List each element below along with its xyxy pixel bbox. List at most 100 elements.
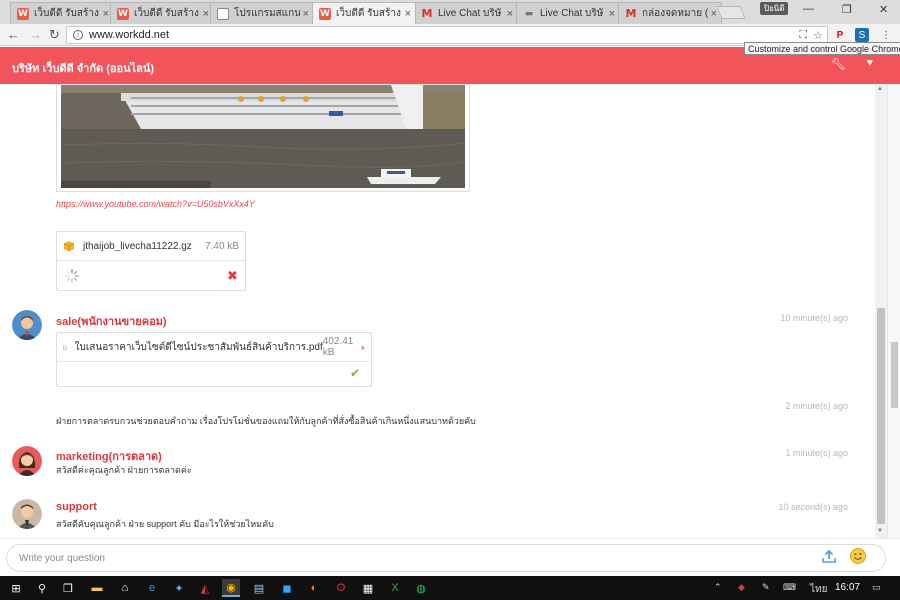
close-icon[interactable]: × xyxy=(303,8,309,20)
profile-button[interactable]: ปิยนิดี xyxy=(760,2,789,15)
url-text[interactable]: www.workdd.net xyxy=(89,29,169,41)
restore-icon[interactable]: ❐ xyxy=(842,3,852,16)
close-icon[interactable]: × xyxy=(103,8,109,20)
divider xyxy=(57,260,245,261)
firefox-icon[interactable]: ◐ xyxy=(305,579,323,597)
back-icon[interactable]: ← xyxy=(7,27,20,42)
line-icon[interactable]: ◍ xyxy=(412,579,430,597)
scroll-up-icon[interactable]: ▲ xyxy=(877,86,883,92)
star-icon[interactable]: ☆ xyxy=(813,29,823,42)
address-bar[interactable]: i www.workdd.net ⛶ ☆ xyxy=(66,26,828,44)
new-tab-button[interactable] xyxy=(716,6,746,19)
pdf-icon xyxy=(63,344,67,350)
forward-icon[interactable]: → xyxy=(29,27,42,42)
tab-title: Live Chat บริษั xyxy=(438,8,502,19)
minimize-icon[interactable]: — xyxy=(803,3,814,15)
close-icon[interactable]: × xyxy=(609,8,615,20)
browser-tab-7[interactable]: M กล่องจดหมาย (9 × xyxy=(618,2,722,24)
pen-icon[interactable]: ✎ xyxy=(762,582,770,593)
opera-icon[interactable]: O xyxy=(332,579,350,597)
close-icon[interactable]: × xyxy=(711,8,717,20)
chat-messages[interactable]: https://www.youtube.com/watch?v=U50sbVxX… xyxy=(0,84,900,538)
acrobat-icon[interactable]: ◭ xyxy=(196,579,214,597)
chrome-icon[interactable]: ◉ xyxy=(222,579,240,597)
message-time: 2 minute(s) ago xyxy=(785,401,848,411)
message-text: สวัสดีคับคุณลูกค้า ฝ่าย support คับ มีอะ… xyxy=(56,519,274,529)
youtube-link[interactable]: https://www.youtube.com/watch?v=U50sbVxX… xyxy=(56,199,255,209)
window-close-icon[interactable]: ✕ xyxy=(879,3,888,16)
browser-tab-4-active[interactable]: W เว็บดีดี รับสร้าง × xyxy=(312,2,416,24)
photoshop-icon[interactable]: ◼ xyxy=(278,579,296,597)
pinterest-icon[interactable]: P xyxy=(833,28,847,42)
browser-tab-3[interactable]: โปรแกรมสแกนเ × xyxy=(210,2,314,24)
close-icon[interactable]: × xyxy=(203,8,209,20)
tooltip: Customize and control Google Chrome xyxy=(744,42,900,55)
divider xyxy=(57,361,371,362)
windows-taskbar: ⊞ ⚲ ❒ ▬ ⌂ e ✦ ◭ ◉ ▤ ◼ ◐ O ▦ X ◍ ⌃ ◆ ✎ ⌨ … xyxy=(0,576,900,600)
scroll-thumb[interactable] xyxy=(877,308,885,524)
message-time: 1 minute(s) ago xyxy=(785,448,848,458)
program-favicon-icon xyxy=(217,7,229,20)
notepad-icon[interactable]: ▤ xyxy=(250,579,268,597)
video-thumbnail[interactable] xyxy=(56,84,470,192)
message-time: 10 second(s) ago xyxy=(778,502,848,512)
chat-scrollbar[interactable]: ▲ ▼ xyxy=(875,84,887,538)
translate-icon[interactable]: ⛶ xyxy=(799,29,807,42)
chat-input-bar xyxy=(0,538,900,576)
file-size: 7.40 kB xyxy=(205,240,239,252)
avatar-sale xyxy=(12,310,42,340)
close-icon[interactable]: × xyxy=(405,8,411,20)
chrome-menu-icon[interactable]: ⋮ xyxy=(879,28,893,42)
page-scrollbar[interactable] xyxy=(887,84,900,538)
download-icon[interactable] xyxy=(361,342,365,353)
avatar-support xyxy=(12,499,42,529)
gmail-icon: M xyxy=(421,7,433,20)
search-icon[interactable]: ⚲ xyxy=(33,579,51,597)
info-icon[interactable]: i xyxy=(73,30,83,40)
app-icon[interactable]: ✦ xyxy=(170,579,188,597)
cancel-icon[interactable]: ✖ xyxy=(227,268,238,284)
tray-app-icon[interactable]: ◆ xyxy=(738,582,745,593)
close-icon[interactable]: × xyxy=(507,8,513,20)
store-icon[interactable]: ⌂ xyxy=(116,579,134,597)
extension-s-icon[interactable]: S xyxy=(855,28,869,42)
windows-start-icon[interactable]: ⊞ xyxy=(7,579,25,597)
scroll-down-icon[interactable]: ▼ xyxy=(877,528,883,534)
browser-tab-5[interactable]: M Live Chat บริษั × xyxy=(414,2,518,24)
workdd-favicon-icon: W xyxy=(319,7,331,20)
file-explorer-icon[interactable]: ▬ xyxy=(88,579,106,597)
avatar-marketing xyxy=(12,446,42,476)
language-indicator[interactable]: ไทย xyxy=(810,582,827,597)
emoji-icon[interactable] xyxy=(850,548,866,564)
file-name[interactable]: jthaijob_livecha11222.gz xyxy=(83,241,205,252)
workdd-favicon-icon: W xyxy=(117,7,129,20)
calculator-icon[interactable]: ▦ xyxy=(359,579,377,597)
notification-icon[interactable]: ▭ xyxy=(872,582,881,593)
file-size: 402.41 kB xyxy=(322,336,354,358)
workdd-favicon-icon: W xyxy=(17,7,29,20)
browser-tab-1[interactable]: W เว็บดีดี รับสร้าง × xyxy=(10,2,114,24)
reload-icon[interactable]: ↻ xyxy=(49,27,60,43)
file-attachment-card[interactable]: jthaijob_livecha11222.gz 7.40 kB ✖ xyxy=(56,231,246,291)
archive-icon xyxy=(63,241,75,252)
upload-icon[interactable] xyxy=(822,549,836,563)
tab-title: เว็บดีดี รับสร้าง xyxy=(336,8,401,19)
clock[interactable]: 16:07 xyxy=(835,582,860,593)
task-view-icon[interactable]: ❒ xyxy=(59,579,77,597)
keyboard-icon[interactable]: ⌨ xyxy=(783,582,796,593)
excel-icon[interactable]: X xyxy=(386,579,404,597)
edge-icon[interactable]: e xyxy=(143,579,161,597)
browser-tab-2[interactable]: W เว็บดีดี รับสร้าง × xyxy=(110,2,214,24)
file-name[interactable]: ใบเสนอราคาเว็บไซต์ดีไซน์ประชาสัมพันธ์สิน… xyxy=(75,340,323,355)
browser-tab-6[interactable]: ▬ Live Chat บริษั × xyxy=(516,2,620,24)
chevron-down-icon[interactable]: ▼ xyxy=(865,58,875,69)
check-icon: ✔ xyxy=(350,366,361,380)
question-input[interactable] xyxy=(6,544,886,572)
tray-chevron-up-icon[interactable]: ⌃ xyxy=(714,582,722,593)
tab-title: Live Chat บริษั xyxy=(540,8,604,19)
file-attachment-card[interactable]: ใบเสนอราคาเว็บไซต์ดีไซน์ประชาสัมพันธ์สิน… xyxy=(56,332,372,387)
cruise-ship-image xyxy=(61,85,465,188)
page-scroll-thumb[interactable] xyxy=(891,342,898,408)
wrench-icon[interactable]: 🔧︎ xyxy=(831,57,846,71)
sender-name: sale(พนักงานขายคอม) xyxy=(56,316,167,328)
